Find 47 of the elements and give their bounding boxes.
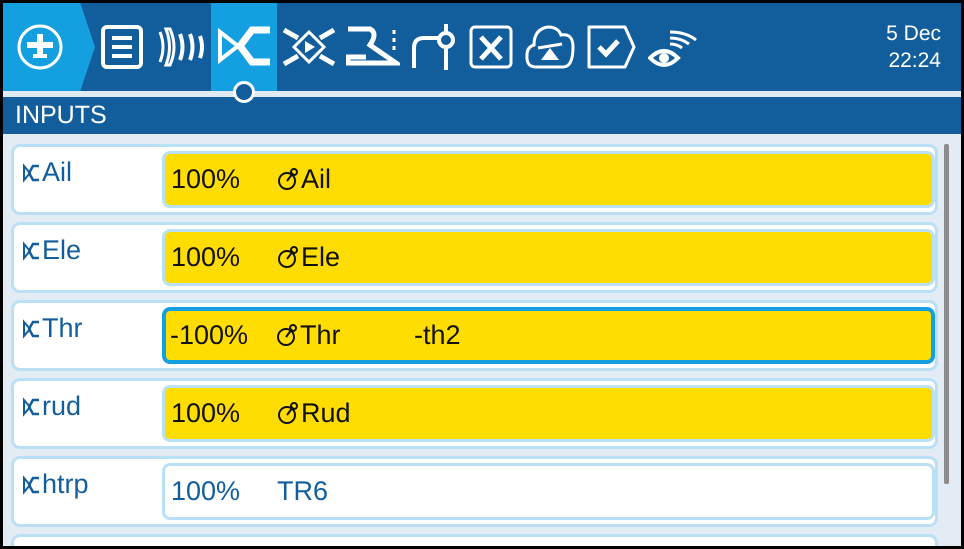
input-row[interactable]: rud 100% Rud <box>11 378 938 449</box>
input-line-field[interactable]: -100% Thr -th2 <box>162 307 935 364</box>
checklist-icon <box>586 24 638 70</box>
scrollbar-thumb[interactable] <box>944 144 949 484</box>
stick-icon <box>277 246 299 270</box>
source-name: Ail <box>301 164 332 195</box>
weight-value: 100% <box>171 398 242 429</box>
input-row[interactable]: htrp 100% TR6 <box>11 456 938 527</box>
source-name: Rud <box>301 398 351 429</box>
input-icon <box>22 318 40 338</box>
input-icon <box>22 396 40 416</box>
input-icon <box>22 474 40 494</box>
input-row[interactable]: Ail 100% Ail <box>11 144 938 215</box>
input-line-field[interactable]: 100% Ele <box>162 229 935 286</box>
input-icon <box>22 240 40 260</box>
input-row[interactable]: Thr -100% Thr -th2 <box>11 300 938 371</box>
input-icon <box>22 162 40 182</box>
input-row[interactable]: Ele 100% Ele <box>11 222 938 293</box>
clock-time: 22:24 <box>888 48 941 74</box>
source-name: Ele <box>301 242 340 273</box>
input-line-field[interactable]: 100% Ail <box>162 151 935 208</box>
source-name: Thr <box>300 320 340 351</box>
input-name: Thr <box>42 313 82 344</box>
menu-tab[interactable] <box>211 3 277 91</box>
source-name: TR6 <box>277 476 328 507</box>
stick-icon <box>277 168 299 192</box>
list-icon <box>100 24 144 70</box>
input-name: htrp <box>42 469 89 500</box>
input-name: Ail <box>42 157 72 188</box>
plane-icon <box>15 22 65 72</box>
weight-value: -100% <box>170 320 250 351</box>
section-title: INPUTS <box>3 97 961 134</box>
input-name: rud <box>42 391 82 422</box>
switch-value: -th2 <box>414 320 461 351</box>
model-button[interactable] <box>3 3 95 91</box>
input-line-field[interactable]: 100% Rud <box>162 385 935 442</box>
curve-icon <box>410 24 458 70</box>
weight-value: 100% <box>171 242 242 273</box>
input-line-field[interactable]: 100% TR6 <box>162 463 935 520</box>
cloud-icon <box>524 24 576 70</box>
stick-icon <box>277 402 299 426</box>
date: 5 Dec <box>886 21 941 47</box>
stick-icon <box>276 324 298 348</box>
weight-value: 100% <box>171 476 242 507</box>
variable-icon <box>468 24 514 70</box>
input-name: Ele <box>42 235 82 266</box>
weight-value: 100% <box>171 164 242 195</box>
